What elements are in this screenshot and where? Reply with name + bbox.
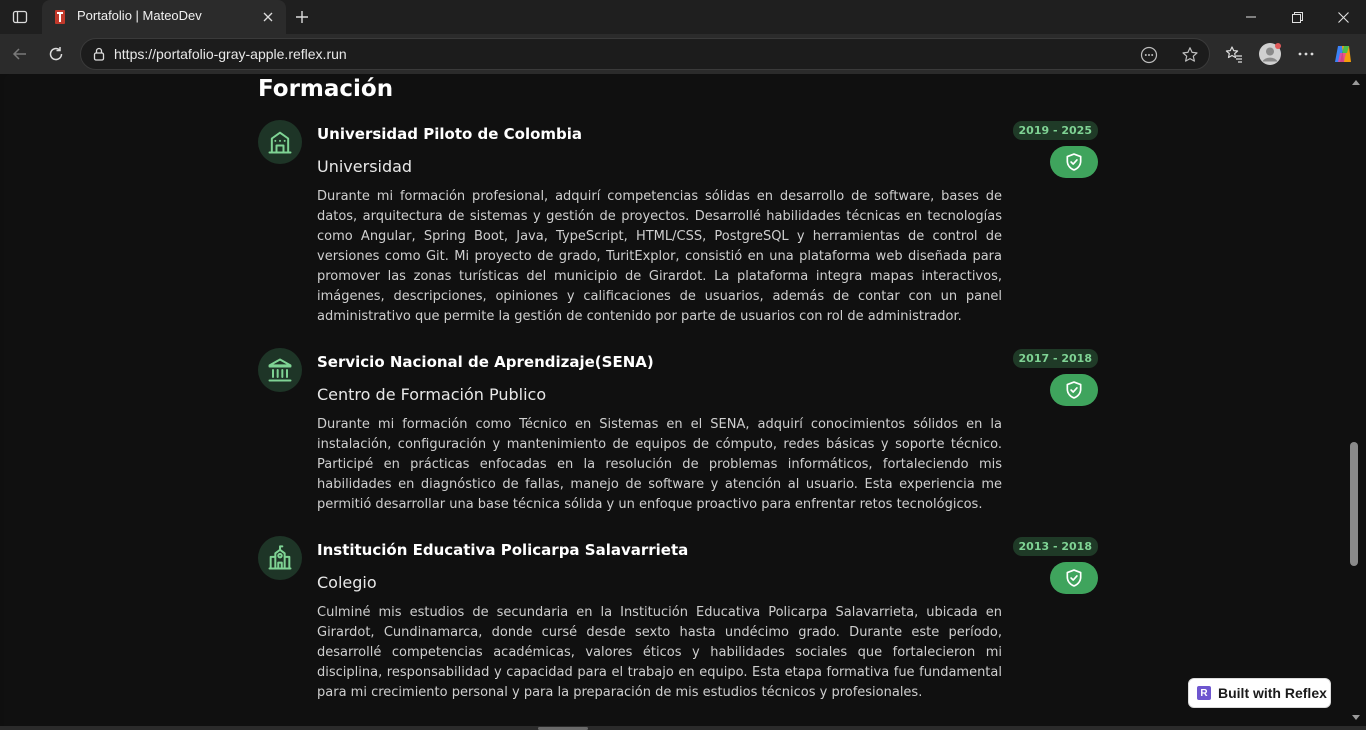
site-favicon-icon (52, 9, 68, 25)
favorites-icon[interactable] (1219, 39, 1249, 69)
institution-name: Institución Educativa Policarpa Salavarr… (317, 541, 689, 559)
tab-title: Portafolio | MateoDev (77, 8, 202, 23)
years-badge: 2017 - 2018 (1012, 349, 1098, 368)
more-options-icon[interactable] (1291, 39, 1321, 69)
bottom-edge (0, 726, 1366, 730)
years-badge: 2019 - 2025 (1012, 121, 1098, 140)
vertical-scrollbar[interactable] (1346, 74, 1366, 726)
tab-close-icon[interactable] (258, 7, 278, 27)
new-tab-icon[interactable] (288, 4, 316, 30)
education-entry: Institución Educativa Policarpa Salavarr… (258, 536, 1098, 706)
institution-name: Universidad Piloto de Colombia (317, 125, 583, 143)
reload-icon[interactable] (41, 39, 71, 69)
built-with-reflex-badge[interactable]: R Built with Reflex (1188, 678, 1331, 708)
years-badge: 2013 - 2018 (1012, 537, 1098, 556)
education-entry: Universidad Piloto de Colombia Universid… (258, 120, 1098, 330)
close-window-icon[interactable] (1320, 0, 1366, 34)
address-bar[interactable]: https://portafolio-gray-apple.reflex.run (80, 38, 1210, 70)
copilot-icon[interactable] (1328, 39, 1358, 69)
browser-tab-bar: Portafolio | MateoDev (0, 0, 1366, 34)
school-building-icon (258, 120, 302, 164)
reading-options-icon[interactable] (1139, 45, 1159, 65)
shield-check-icon[interactable] (1050, 146, 1098, 178)
scrollbar-thumb[interactable] (1350, 442, 1358, 566)
browser-toolbar: https://portafolio-gray-apple.reflex.run (0, 34, 1366, 74)
shield-check-icon[interactable] (1050, 562, 1098, 594)
site-info-lock-icon[interactable] (91, 46, 107, 62)
institution-type: Universidad (317, 157, 413, 176)
section-title: Formación (258, 76, 394, 102)
school-icon (258, 536, 302, 580)
scroll-down-arrow-icon[interactable] (1352, 715, 1360, 720)
entry-description: Culminé mis estudios de secundaria en la… (317, 605, 1002, 700)
institution-type: Colegio (317, 573, 377, 592)
institution-name: Servicio Nacional de Aprendizaje(SENA) (317, 353, 654, 371)
page-viewport: Formación Universidad Piloto de Colombia… (4, 74, 1346, 726)
landmark-icon (258, 348, 302, 392)
badge-label: Built with Reflex (1218, 685, 1327, 701)
entry-description: Durante mi formación profesional, adquir… (317, 189, 1002, 324)
tab-actions-icon[interactable] (6, 4, 34, 30)
favorite-star-icon[interactable] (1180, 45, 1200, 65)
browser-tab[interactable]: Portafolio | MateoDev (42, 0, 286, 34)
reflex-logo-icon: R (1197, 686, 1211, 700)
scroll-up-arrow-icon[interactable] (1352, 80, 1360, 85)
profile-avatar-icon[interactable] (1255, 39, 1285, 69)
url-text[interactable]: https://portafolio-gray-apple.reflex.run (114, 46, 347, 62)
shield-check-icon[interactable] (1050, 374, 1098, 406)
minimize-icon[interactable] (1228, 0, 1274, 34)
back-arrow-icon[interactable] (5, 39, 35, 69)
education-entry: Servicio Nacional de Aprendizaje(SENA) C… (258, 348, 1098, 518)
restore-icon[interactable] (1274, 0, 1320, 34)
entry-description: Durante mi formación como Técnico en Sis… (317, 417, 1002, 512)
institution-type: Centro de Formación Publico (317, 385, 547, 404)
